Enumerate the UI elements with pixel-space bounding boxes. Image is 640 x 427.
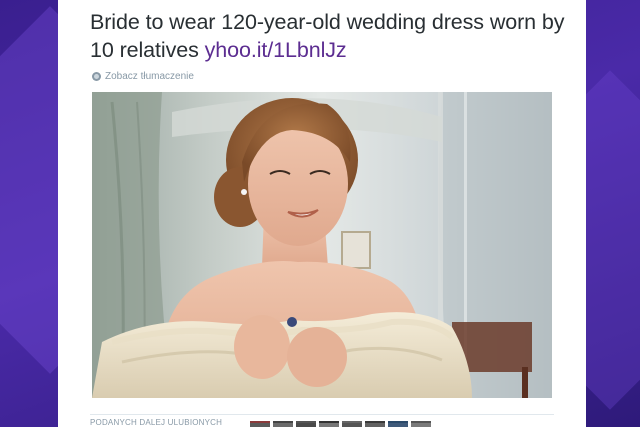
tweet-text: Bride to wear 120-year-old wedding dress… (90, 8, 570, 64)
stats-label: PODANYCH DALEJ ULUBIONYCH (90, 418, 223, 427)
tweet-link[interactable]: yhoo.it/1LbnlJz (205, 38, 347, 62)
avatar[interactable] (365, 421, 385, 427)
tweet-card: Bride to wear 120-year-old wedding dress… (58, 0, 586, 427)
avatar[interactable] (411, 421, 431, 427)
avatar[interactable] (296, 421, 316, 427)
page-background: Bride to wear 120-year-old wedding dress… (0, 0, 640, 427)
globe-icon (92, 72, 101, 81)
avatar[interactable] (273, 421, 293, 427)
translate-link[interactable]: Zobacz tłumaczenie (92, 71, 194, 82)
avatar[interactable] (319, 421, 339, 427)
photo-image (92, 92, 552, 398)
translate-label: Zobacz tłumaczenie (105, 71, 194, 82)
favorited-avatars (250, 421, 431, 427)
avatar[interactable] (250, 421, 270, 427)
stats-divider (90, 414, 554, 415)
avatar[interactable] (342, 421, 362, 427)
tweet-photo[interactable] (92, 92, 552, 398)
avatar[interactable] (388, 421, 408, 427)
